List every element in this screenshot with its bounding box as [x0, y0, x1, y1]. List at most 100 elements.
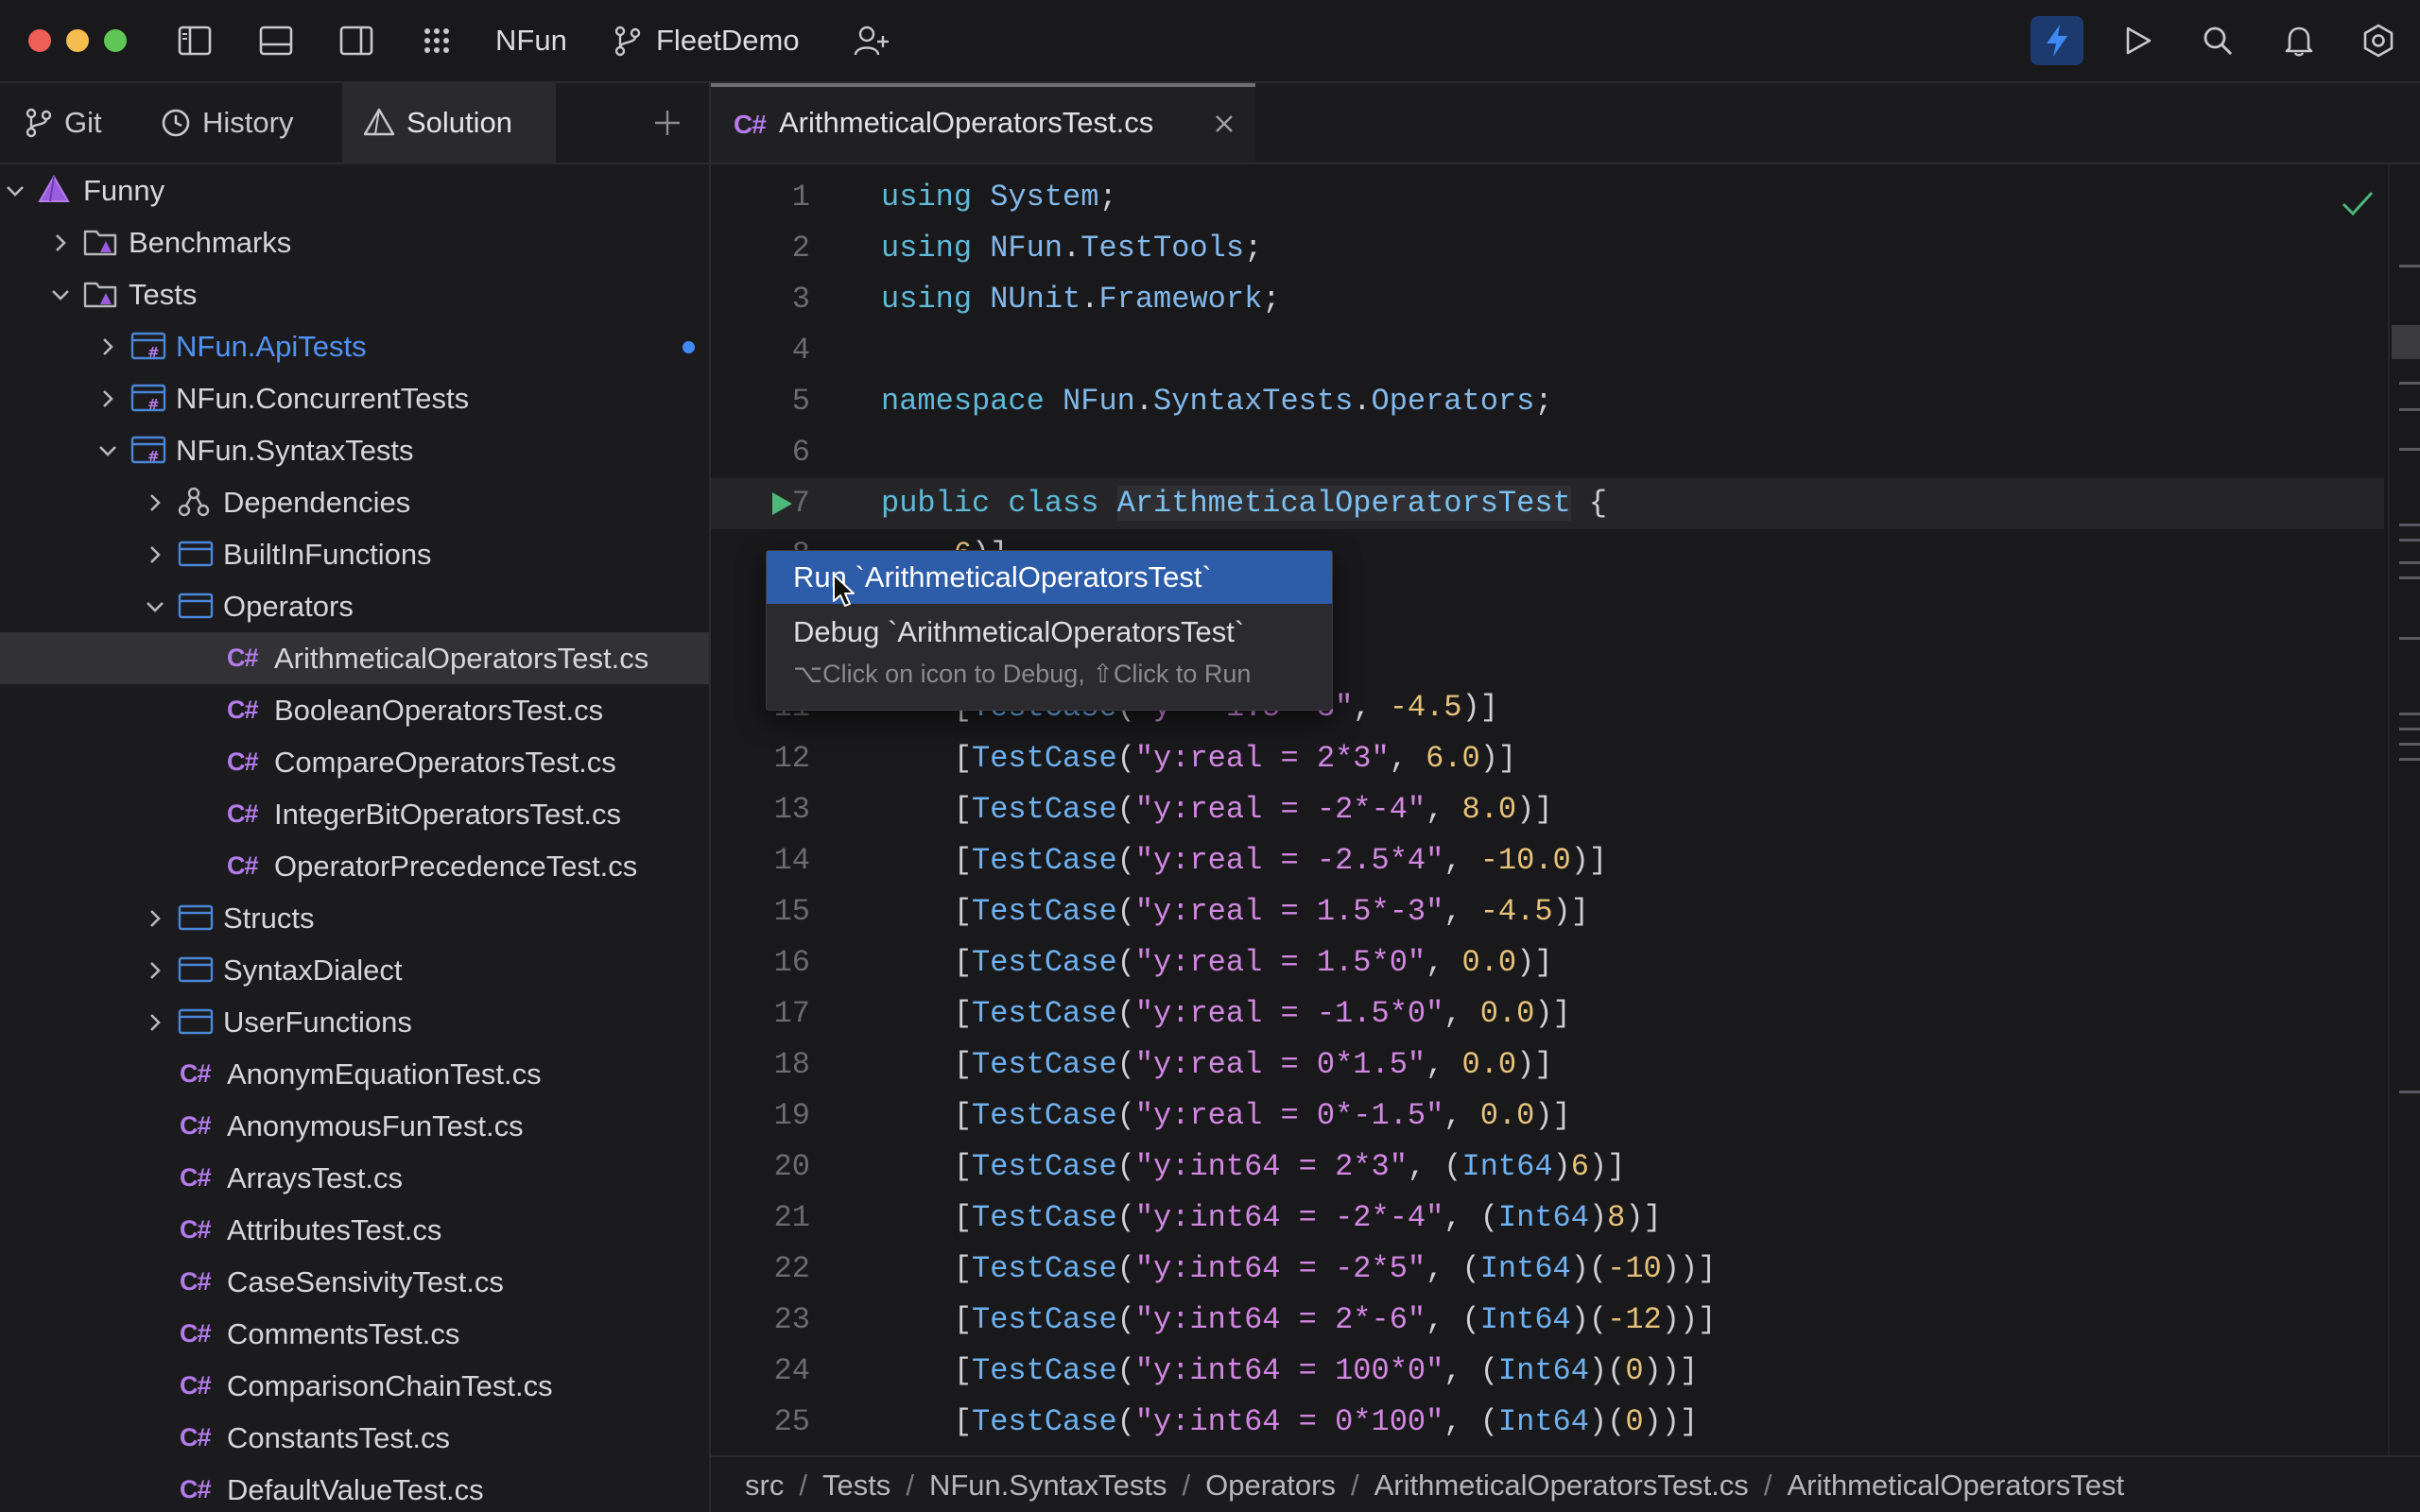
chevron-down-icon[interactable]: [2, 178, 28, 204]
code-token: "y:int64 = -2*5": [1134, 1251, 1426, 1286]
tree-item[interactable]: C# ComparisonChainTest.cs: [0, 1360, 709, 1412]
code-text: [TestCase("y:int64 = 0*100", (Int64)(0))…: [881, 1397, 1698, 1448]
chevron-right-icon[interactable]: [47, 230, 74, 256]
minimize-window-button[interactable]: [66, 29, 89, 52]
code-text: [TestCase("y:int64 = -2*5", (Int64)(-10)…: [881, 1244, 1717, 1295]
breadcrumb-item[interactable]: Operators: [1205, 1469, 1336, 1502]
csharp-file-icon: C#: [180, 1212, 212, 1246]
tree-item[interactable]: C# ConstantsTest.cs: [0, 1412, 709, 1464]
breadcrumb-item[interactable]: ArithmeticalOperatorsTest: [1787, 1469, 2124, 1502]
tree-item[interactable]: SyntaxDialect: [0, 944, 709, 996]
tree-item[interactable]: C# CompareOperatorsTest.cs: [0, 736, 709, 788]
chevron-right-icon[interactable]: [142, 1009, 168, 1036]
smart-mode-button[interactable]: [2031, 16, 2083, 65]
run-gutter-icon[interactable]: [769, 490, 794, 517]
chevron-right-icon[interactable]: [142, 490, 168, 516]
tree-item[interactable]: Benchmarks: [0, 216, 709, 268]
tree-item[interactable]: C# ArraysTest.cs: [0, 1152, 709, 1204]
tree-item-label: BooleanOperatorsTest.cs: [274, 694, 604, 727]
add-user-icon[interactable]: [851, 20, 892, 61]
chevron-right-icon[interactable]: [142, 541, 168, 568]
tree-item[interactable]: Dependencies: [0, 476, 709, 528]
modified-indicator: [683, 341, 695, 353]
chevron-right-icon[interactable]: [95, 386, 121, 412]
scroll-thumb[interactable]: [2392, 325, 2420, 359]
code-token: , (: [1443, 1200, 1498, 1235]
run-button[interactable]: [2112, 16, 2165, 65]
tab-git[interactable]: Git: [0, 83, 123, 163]
svg-text:#: #: [147, 344, 160, 361]
code-token: [: [881, 1098, 973, 1133]
chevron-right-icon[interactable]: [142, 957, 168, 984]
tab-solution[interactable]: Solution: [342, 83, 556, 163]
scroll-marker: [2399, 576, 2420, 579]
tree-item[interactable]: C# OperatorPrecedenceTest.cs: [0, 840, 709, 892]
tree-item[interactable]: Funny: [0, 164, 709, 216]
code-token: System: [990, 180, 1099, 215]
tree-item[interactable]: C# AnonymousFunTest.cs: [0, 1100, 709, 1152]
editor-scrollbar[interactable]: [2388, 164, 2420, 1512]
tree-item[interactable]: C# AttributesTest.cs: [0, 1204, 709, 1256]
chevron-right-icon[interactable]: [142, 905, 168, 932]
code-text: using NUnit.Framework;: [881, 274, 1280, 325]
code-token: [: [881, 1149, 973, 1184]
tree-item[interactable]: C# DefaultValueTest.cs: [0, 1464, 709, 1512]
breadcrumb-item[interactable]: ArithmeticalOperatorsTest.cs: [1374, 1469, 1749, 1502]
tree-item[interactable]: Structs: [0, 892, 709, 944]
breadcrumb: src / Tests / NFun.SyntaxTests / Operators / Ari…: [711, 1455, 2420, 1512]
chevron-down-icon[interactable]: [95, 438, 121, 464]
notifications-button[interactable]: [2273, 16, 2325, 65]
popup-hint: ⌥Click on icon to Debug, ⇧Click to Run: [793, 660, 1252, 688]
tree-item[interactable]: Tests: [0, 268, 709, 320]
project-name[interactable]: FleetDemo: [656, 21, 800, 60]
breadcrumb-item[interactable]: Tests: [822, 1469, 890, 1502]
grid-icon[interactable]: [416, 20, 458, 61]
close-icon[interactable]: [1214, 113, 1235, 134]
tree-item[interactable]: C# ArithmeticalOperatorsTest.cs: [0, 632, 709, 684]
code-line: 17 [TestCase("y:real = -1.5*0", 0.0)]: [711, 988, 2384, 1040]
chevron-down-icon[interactable]: [47, 282, 74, 308]
tree-item[interactable]: BuiltInFunctions: [0, 528, 709, 580]
panel-bottom-icon[interactable]: [255, 20, 297, 61]
editor-tab[interactable]: C# ArithmeticalOperatorsTest.cs: [711, 83, 1255, 163]
code-text: namespace NFun.SyntaxTests.Operators;: [881, 376, 1553, 427]
tree-item-label: CompareOperatorsTest.cs: [274, 746, 616, 779]
tab-history-label: History: [202, 106, 294, 139]
chevron-down-icon[interactable]: [142, 593, 168, 620]
breadcrumb-item[interactable]: NFun.SyntaxTests: [929, 1469, 1167, 1502]
tree-item[interactable]: Operators: [0, 580, 709, 632]
code-area[interactable]: 1 using System; 2 using NFun.TestTools; 3 usi…: [711, 164, 2420, 1442]
tree-item[interactable]: C# CommentsTest.cs: [0, 1308, 709, 1360]
sidebar-left-icon[interactable]: [174, 20, 216, 61]
search-button[interactable]: [2191, 16, 2244, 65]
tree-item[interactable]: C# AnonymEquationTest.cs: [0, 1048, 709, 1100]
debug-test-menu-item[interactable]: Debug `ArithmeticalOperatorsTest`: [767, 606, 1332, 659]
code-token: (: [1116, 792, 1135, 827]
tree-item[interactable]: # NFun.ApiTests: [0, 320, 709, 372]
close-window-button[interactable]: [28, 29, 51, 52]
chevron-right-icon[interactable]: [95, 334, 121, 360]
tree-item[interactable]: UserFunctions: [0, 996, 709, 1048]
tree-item[interactable]: C# CaseSensivityTest.cs: [0, 1256, 709, 1308]
code-token: "y:real = 2*3": [1134, 741, 1390, 776]
tree-item[interactable]: # NFun.ConcurrentTests: [0, 372, 709, 424]
add-tab-icon[interactable]: [652, 108, 683, 138]
breadcrumb-separator: /: [906, 1469, 914, 1502]
zoom-window-button[interactable]: [104, 29, 127, 52]
tree-item[interactable]: C# BooleanOperatorsTest.cs: [0, 684, 709, 736]
line-number: 15: [773, 894, 810, 929]
settings-button[interactable]: [2352, 16, 2405, 65]
tree-item-label: AttributesTest.cs: [227, 1213, 442, 1246]
sidebar-right-icon[interactable]: [336, 20, 377, 61]
breadcrumb-item[interactable]: src: [745, 1469, 784, 1502]
line-number: 20: [773, 1149, 810, 1184]
tab-history[interactable]: History: [142, 83, 340, 163]
code-line: 1 using System;: [711, 172, 2384, 223]
code-text: [TestCase("y:real = 2*3", 6.0)]: [881, 733, 1516, 784]
app-name[interactable]: NFun: [495, 21, 567, 60]
tree-item[interactable]: C# IntegerBitOperatorsTest.cs: [0, 788, 709, 840]
tree-item-label: NFun.SyntaxTests: [176, 434, 414, 467]
code-token: )]: [1552, 894, 1589, 929]
line-number: 5: [791, 384, 810, 419]
tree-item[interactable]: # NFun.SyntaxTests: [0, 424, 709, 476]
